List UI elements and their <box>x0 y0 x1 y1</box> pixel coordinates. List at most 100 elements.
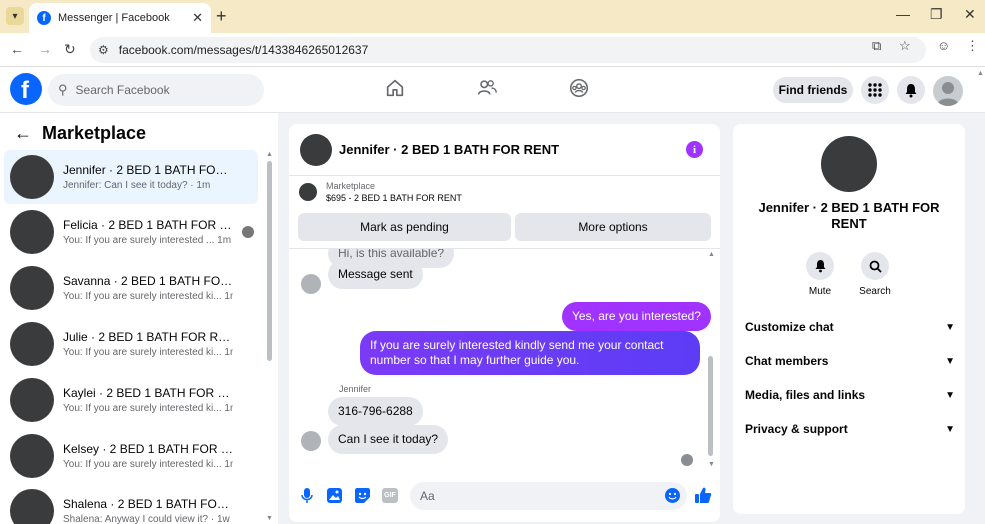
chevron-down-icon: ▼ <box>945 321 955 333</box>
find-friends-button[interactable]: Find friends <box>773 77 853 103</box>
message-input-wrapper[interactable] <box>410 482 687 510</box>
marketplace-header: ← Marketplace <box>14 123 146 144</box>
search-input[interactable] <box>75 83 236 97</box>
conversation-name: Shalena · 2 BED 1 BATH FOR RENT <box>63 497 233 511</box>
conversation-item-kaylei[interactable]: Kaylei · 2 BED 1 BATH FOR RENT You: If y… <box>4 373 258 427</box>
conversation-item-julie[interactable]: Julie · 2 BED 1 BATH FOR RENT You: If yo… <box>4 317 258 371</box>
message-bubble: Message sent <box>328 260 423 289</box>
page-scroll-up-icon[interactable]: ▲ <box>977 70 984 77</box>
message-line: If you are surely interested kindly send… <box>370 338 664 352</box>
marketplace-title: Marketplace <box>42 123 147 143</box>
account-avatar[interactable] <box>933 76 963 106</box>
listing-label: Marketplace <box>326 181 376 191</box>
minimize-button[interactable]: — <box>896 6 910 22</box>
avatar <box>10 489 54 524</box>
thumbs-up-icon[interactable] <box>694 486 712 504</box>
photo-icon[interactable] <box>327 488 342 503</box>
conversation-item-shalena[interactable]: Shalena · 2 BED 1 BATH FOR RENT Shalena:… <box>4 484 258 524</box>
mute-button[interactable]: Mute <box>800 252 840 297</box>
search-icon <box>869 260 882 273</box>
tab-search-button[interactable]: ▾ <box>6 7 24 25</box>
chat-header: Jennifer · 2 BED 1 BATH FOR RENT <box>289 124 720 176</box>
conversation-snippet: You: If you are surely interested ki... … <box>63 403 233 414</box>
listing-summary[interactable]: Marketplace $695 - 2 BED 1 BATH FOR RENT <box>299 181 462 203</box>
forward-icon[interactable]: → <box>38 41 52 57</box>
url-field[interactable]: ⚙ facebook.com/messages/t/14338462650126… <box>90 37 926 63</box>
privacy-support-section[interactable]: Privacy & support ▼ <box>745 417 955 441</box>
search-in-conversation-button[interactable]: Search <box>855 252 895 297</box>
conversation-snippet: You: If you are surely interested ... 1m <box>63 235 232 246</box>
url-text: facebook.com/messages/t/1433846265012637 <box>118 43 369 57</box>
conversation-name: Kelsey · 2 BED 1 BATH FOR RENT <box>63 442 233 456</box>
chat-panel: Jennifer · 2 BED 1 BATH FOR RENT i Marke… <box>289 124 720 522</box>
gif-icon[interactable]: GIF <box>382 488 398 503</box>
emoji-icon[interactable] <box>665 488 680 503</box>
home-icon[interactable] <box>384 77 406 99</box>
chat-title[interactable]: Jennifer · 2 BED 1 BATH FOR RENT <box>339 142 559 157</box>
scroll-up-arrow-icon[interactable]: ▲ <box>266 151 273 158</box>
install-app-icon[interactable]: ⧉ <box>872 38 881 54</box>
conversation-list-scrollbar[interactable] <box>267 161 272 361</box>
back-arrow-icon[interactable]: ← <box>14 123 32 144</box>
facebook-logo-icon[interactable]: f <box>10 73 42 105</box>
message-line: number so that I may further guide you. <box>370 353 580 367</box>
conversation-item-kelsey[interactable]: Kelsey · 2 BED 1 BATH FOR RENT You: If y… <box>4 429 258 483</box>
conversation-name: Julie · 2 BED 1 BATH FOR RENT <box>63 330 233 344</box>
new-tab-button[interactable]: + <box>216 6 227 27</box>
sender-avatar <box>301 431 321 451</box>
customize-chat-section[interactable]: Customize chat ▼ <box>745 315 955 339</box>
conversation-item-jennifer[interactable]: Jennifer · 2 BED 1 BATH FOR RENT Jennife… <box>4 150 258 204</box>
chevron-down-icon: ▼ <box>945 389 955 401</box>
conversation-details-panel: Jennifer · 2 BED 1 BATH FOR RENT Mute Se… <box>733 124 965 514</box>
tab-close-icon[interactable]: ✕ <box>192 10 203 26</box>
facebook-favicon-icon: f <box>37 11 51 25</box>
contact-avatar[interactable] <box>821 136 877 192</box>
chat-scroll-down-icon[interactable]: ▼ <box>708 461 715 468</box>
sticker-icon[interactable] <box>355 488 370 503</box>
message-bubble: 316-796-6288 <box>328 397 423 426</box>
site-info-icon[interactable]: ⚙ <box>98 43 109 57</box>
conversation-item-felicia[interactable]: Felicia · 2 BED 1 BATH FOR RE... You: If… <box>4 205 258 259</box>
conversation-snippet: You: If you are surely interested ki... … <box>63 347 233 358</box>
conversation-snippet: Shalena: Anyway I could view it? · 1w <box>63 514 230 524</box>
sender-name: Jennifer <box>339 384 372 394</box>
back-icon[interactable]: ← <box>10 41 24 57</box>
media-files-links-section[interactable]: Media, files and links ▼ <box>745 383 955 407</box>
marketplace-conversation-list: ← Marketplace Jennifer · 2 BED 1 BATH FO… <box>0 113 278 524</box>
conversation-item-savanna[interactable]: Savanna · 2 BED 1 BATH FOR RE... You: If… <box>4 261 258 315</box>
friends-icon[interactable] <box>476 77 498 99</box>
message-bubble-outgoing: Yes, are you interested? <box>562 302 711 331</box>
chat-members-section[interactable]: Chat members ▼ <box>745 349 955 373</box>
scroll-down-arrow-icon[interactable]: ▼ <box>266 515 273 522</box>
microphone-icon[interactable] <box>301 488 313 504</box>
browser-tab[interactable]: f Messenger | Facebook ✕ <box>29 3 211 33</box>
groups-icon[interactable] <box>568 77 590 99</box>
listing-thumbnail <box>299 183 317 201</box>
profile-icon[interactable]: ☺ <box>937 38 950 53</box>
menu-grid-button[interactable] <box>861 76 889 104</box>
bell-icon <box>815 260 825 273</box>
message-input[interactable] <box>420 489 660 503</box>
maximize-button[interactable]: ❐ <box>930 6 943 23</box>
bookmark-star-icon[interactable]: ☆ <box>899 38 911 54</box>
notifications-button[interactable] <box>897 76 925 104</box>
avatar <box>10 266 54 310</box>
message-composer: GIF <box>289 476 720 516</box>
info-icon[interactable]: i <box>686 141 703 158</box>
facebook-search[interactable]: ⚲ <box>48 74 264 106</box>
close-window-button[interactable]: ✕ <box>964 6 976 23</box>
grid-icon <box>868 83 882 97</box>
more-options-button[interactable]: More options <box>515 213 711 241</box>
conversation-name: Kaylei · 2 BED 1 BATH FOR RENT <box>63 386 233 400</box>
chat-scrollbar[interactable] <box>708 356 713 456</box>
reload-icon[interactable]: ↻ <box>64 41 76 58</box>
chat-scroll-up-icon[interactable]: ▲ <box>708 251 715 258</box>
browser-menu-icon[interactable]: ⋮ <box>966 38 979 54</box>
user-silhouette-icon <box>937 82 959 106</box>
mute-label: Mute <box>808 286 832 297</box>
chat-avatar[interactable] <box>300 133 332 166</box>
avatar <box>10 434 54 478</box>
mark-as-pending-button[interactable]: Mark as pending <box>298 213 511 241</box>
seen-avatar-icon <box>242 226 254 238</box>
browser-tabbar: ▾ f Messenger | Facebook ✕ + — ❐ ✕ <box>0 0 985 33</box>
